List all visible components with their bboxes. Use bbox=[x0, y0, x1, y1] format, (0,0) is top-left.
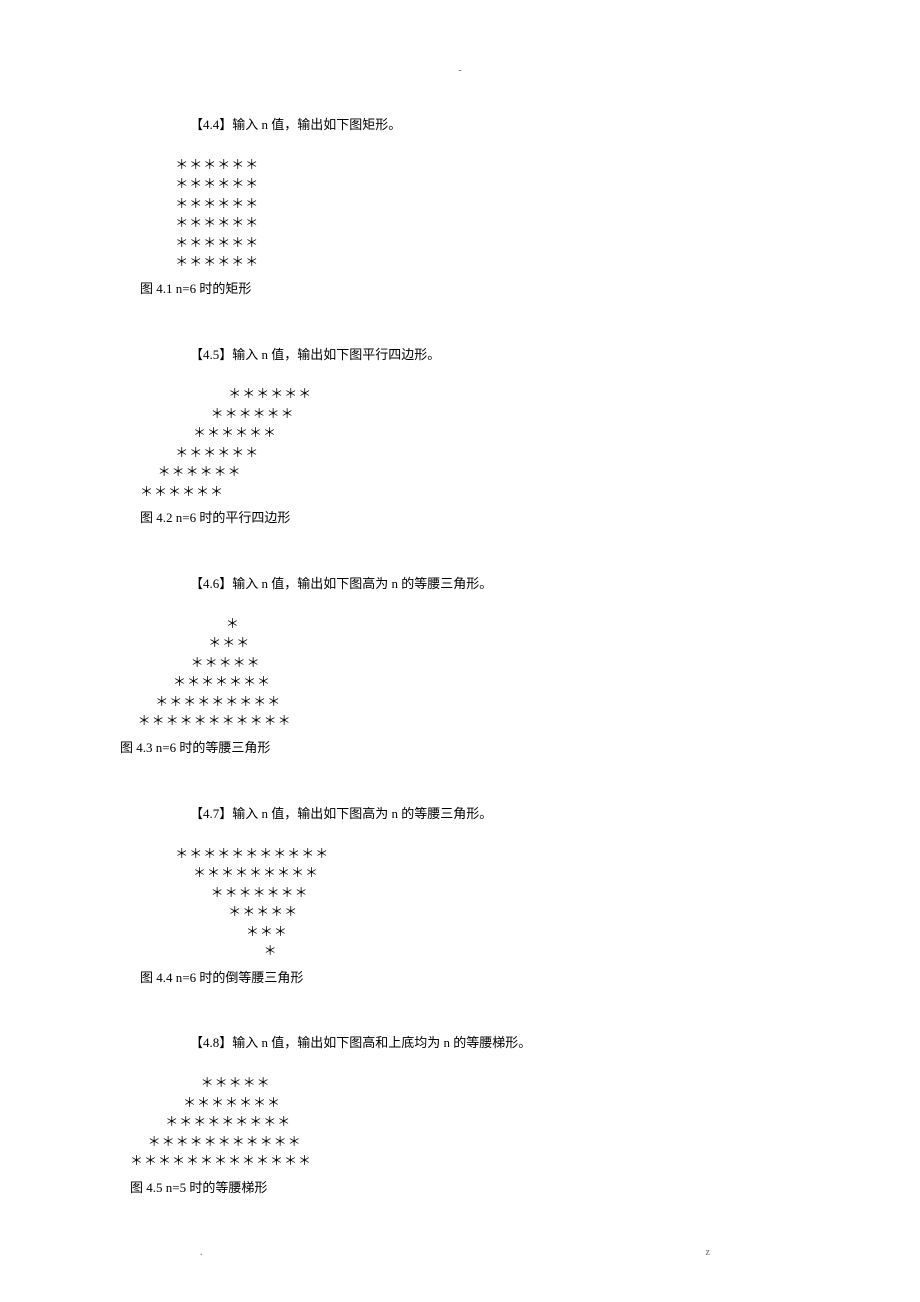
problem-title-4-4: 【4.4】输入 n 值，输出如下图矩形。 bbox=[190, 115, 860, 136]
caption-4-3: 图 4.3 n=6 时的等腰三角形 bbox=[120, 738, 860, 759]
footer-right: z bbox=[706, 1247, 710, 1258]
caption-4-1: 图 4.1 n=6 时的矩形 bbox=[140, 279, 860, 300]
shape-trapezoid: ＊＊＊＊＊ ＊＊＊＊＊＊＊ ＊＊＊＊＊＊＊＊＊ ＊＊＊＊＊＊＊＊＊＊＊ ＊＊＊＊… bbox=[130, 1074, 860, 1172]
problem-title-4-6: 【4.6】输入 n 值，输出如下图高为 n 的等腰三角形。 bbox=[190, 574, 860, 595]
header-mark: - bbox=[458, 65, 461, 76]
shape-rectangle: ＊＊＊＊＊＊ ＊＊＊＊＊＊ ＊＊＊＊＊＊ ＊＊＊＊＊＊ ＊＊＊＊＊＊ ＊＊＊＊＊… bbox=[140, 156, 860, 273]
problem-title-4-8: 【4.8】输入 n 值，输出如下图高和上底均为 n 的等腰梯形。 bbox=[190, 1033, 860, 1054]
caption-4-4: 图 4.4 n=6 时的倒等腰三角形 bbox=[140, 968, 860, 989]
shape-inverted-triangle: ＊＊＊＊＊＊＊＊＊＊＊ ＊＊＊＊＊＊＊＊＊ ＊＊＊＊＊＊＊ ＊＊＊＊＊ ＊＊＊ … bbox=[140, 845, 860, 962]
caption-4-2: 图 4.2 n=6 时的平行四边形 bbox=[140, 508, 860, 529]
shape-parallelogram: ＊＊＊＊＊＊ ＊＊＊＊＊＊ ＊＊＊＊＊＊ ＊＊＊＊＊＊ ＊＊＊＊＊＊ ＊＊＊＊＊… bbox=[140, 385, 860, 502]
caption-4-5: 图 4.5 n=5 时的等腰梯形 bbox=[130, 1178, 860, 1199]
problem-title-4-7: 【4.7】输入 n 值，输出如下图高为 n 的等腰三角形。 bbox=[190, 804, 860, 825]
shape-triangle: ＊ ＊＊＊ ＊＊＊＊＊ ＊＊＊＊＊＊＊ ＊＊＊＊＊＊＊＊＊ ＊＊＊＊＊＊＊＊＊＊… bbox=[120, 615, 860, 732]
footer-left: . bbox=[200, 1247, 203, 1258]
problem-title-4-5: 【4.5】输入 n 值，输出如下图平行四边形。 bbox=[190, 345, 860, 366]
